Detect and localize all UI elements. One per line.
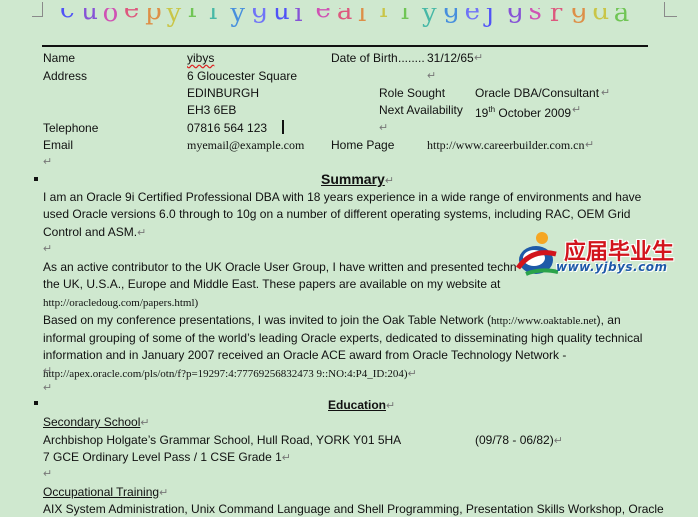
- address-line-3: EH3 6EB: [187, 103, 237, 117]
- banner-letter: e: [123, 8, 140, 24]
- email-label: Email: [43, 138, 74, 152]
- banner-letter: i: [400, 8, 410, 26]
- summary-heading: Summary↵: [321, 171, 395, 187]
- paragraph-mark: ↵: [43, 365, 53, 377]
- watermark-url-text: www.yjbys.com: [556, 260, 668, 274]
- logo-emblem-icon: [515, 232, 559, 276]
- header-rule: [42, 45, 648, 47]
- dob-dots: ........: [398, 51, 425, 65]
- telephone-label: Telephone: [43, 121, 99, 135]
- banner-letter: j: [485, 8, 494, 28]
- address-label: Address: [43, 69, 88, 83]
- text-cursor: [282, 120, 284, 134]
- banner-letter: a: [613, 8, 630, 28]
- banner-letter: g: [443, 8, 460, 24]
- school-dates: (09/78 - 06/82)↵: [475, 433, 563, 447]
- banner-letter: p: [145, 8, 162, 26]
- banner-letter: e: [464, 8, 481, 26]
- address-line-2: EDINBURGH: [187, 86, 260, 100]
- banner-letter: r: [187, 8, 201, 24]
- occupational-training-heading: Occupational Training↵: [43, 485, 169, 499]
- paragraph-mark: ↵: [474, 52, 484, 64]
- document-page: cuoepyrlyguiealliygejgsrgda Name yibys D…: [0, 0, 698, 516]
- availability-label: Next Availability: [379, 103, 463, 117]
- paragraph-mark: ↵: [585, 139, 595, 151]
- paragraph-mark: ↵: [601, 87, 611, 99]
- dob-value: 31/12/65: [427, 51, 474, 65]
- decorative-banner: cuoepyrlyguiealliygejgsrgda: [60, 8, 640, 38]
- name-label: Name: [43, 51, 76, 65]
- paragraph-mark: ↵: [43, 156, 53, 168]
- banner-letter: l: [209, 8, 218, 26]
- banner-letter: u: [272, 8, 290, 26]
- address-line-1: 6 Gloucester Square: [187, 69, 298, 83]
- banner-letter: s: [528, 8, 542, 26]
- telephone-value: 07816 564 123: [187, 121, 268, 135]
- banner-letter: g: [251, 8, 269, 24]
- email-value[interactable]: myemail@example.com: [187, 137, 304, 153]
- name-value: yibys: [187, 51, 215, 65]
- margin-corner-mark: [32, 2, 43, 17]
- banner-letter: g: [571, 8, 588, 24]
- banner-letter: l: [358, 8, 367, 28]
- section-bullet: [34, 401, 38, 405]
- paragraph-mark: ↵: [43, 382, 53, 394]
- banner-letter: c: [60, 8, 75, 24]
- occupational-training-line: AIX System Administration, Unix Command …: [43, 502, 664, 516]
- banner-letter: a: [336, 8, 353, 26]
- homepage-label: Home Page: [331, 138, 395, 152]
- banner-letter: l: [379, 8, 388, 24]
- margin-corner-mark: [664, 2, 677, 17]
- education-heading: Education↵: [328, 398, 396, 412]
- paragraph-mark: ↵: [427, 70, 437, 82]
- homepage-value[interactable]: http://www.careerbuilder.com.cn: [427, 137, 585, 153]
- site-watermark-logo: 应届毕业生 www.yjbys.com: [512, 226, 696, 286]
- banner-letter: i: [294, 8, 303, 28]
- paragraph-mark: ↵: [43, 468, 53, 480]
- section-bullet: [34, 177, 38, 181]
- paragraph-mark: ↵: [379, 122, 389, 134]
- qualifications-line: 7 GCE Ordinary Level Pass / 1 CSE Grade …: [43, 450, 291, 464]
- banner-letter: r: [549, 8, 563, 28]
- dob-label: Date of Birth: [331, 51, 398, 65]
- paragraph-mark: ↵: [572, 104, 582, 116]
- secondary-school-heading: Secondary School↵: [43, 415, 150, 429]
- banner-letter: e: [315, 8, 331, 24]
- banner-letter: y: [422, 8, 437, 28]
- role-value: Oracle DBA/Consultant: [475, 86, 600, 100]
- banner-letter: o: [102, 8, 119, 28]
- banner-letter: d: [592, 8, 610, 26]
- banner-letter: g: [507, 8, 524, 24]
- school-line: Archbishop Holgate’s Grammar School, Hul…: [43, 433, 402, 447]
- paragraph-mark: ↵: [43, 243, 53, 255]
- banner-letter: u: [81, 8, 99, 26]
- availability-value: 19th October 2009: [475, 105, 572, 120]
- role-label: Role Sought: [379, 86, 446, 100]
- banner-letter: y: [230, 8, 246, 28]
- banner-letter: y: [166, 8, 182, 28]
